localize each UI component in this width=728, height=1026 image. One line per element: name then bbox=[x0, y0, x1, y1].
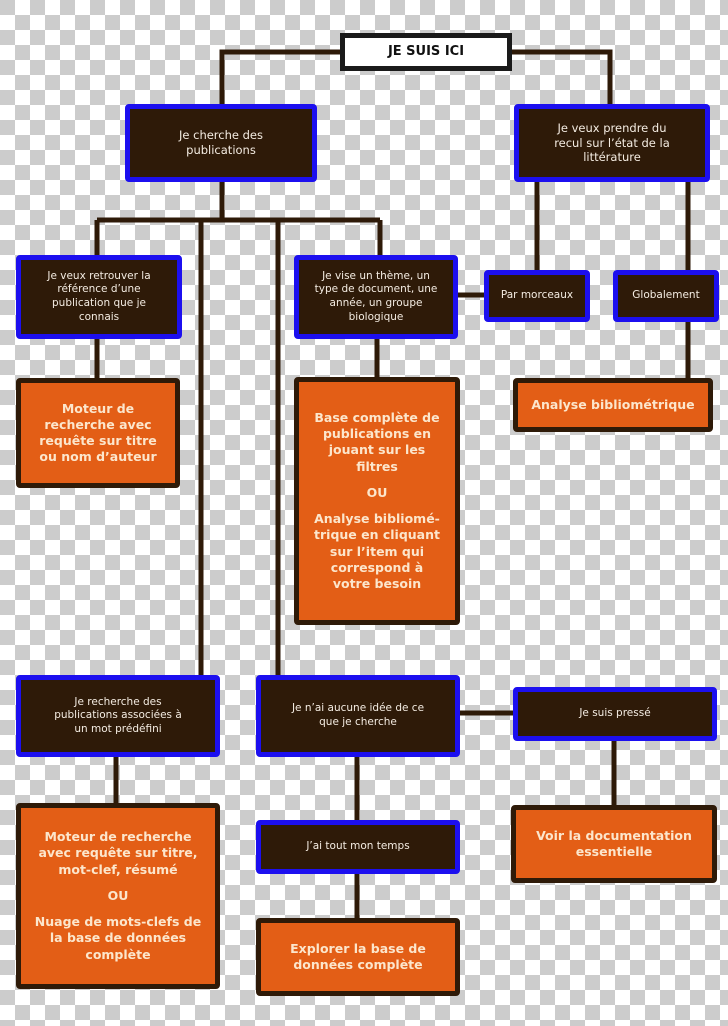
question-label: Je n’ai aucune idée de ce que je cherche bbox=[291, 702, 425, 728]
question-search-publications: Je cherche des publications bbox=[125, 104, 317, 182]
answer-label: Moteur de recherche avec requête sur tit… bbox=[39, 400, 157, 465]
answer-keyword-search: Moteur de recherche avec requête sur tit… bbox=[16, 803, 220, 989]
answer-title-author-search: Moteur de recherche avec requête sur tit… bbox=[16, 378, 180, 488]
answer-bibliometric: Analyse bibliométrique bbox=[513, 378, 713, 432]
question-globally: Globalement bbox=[613, 270, 719, 322]
question-have-time: J’ai tout mon temps bbox=[256, 820, 460, 874]
answer-part1: Base complète de publications en jouant … bbox=[314, 409, 440, 474]
question-theme-filter: Je vise un thème, un type de document, u… bbox=[294, 255, 458, 339]
answer-label: Explorer la base de données complète bbox=[290, 940, 426, 972]
answer-label: Voir la documentation essentielle bbox=[536, 827, 692, 859]
question-in-a-hurry: Je suis pressé bbox=[513, 687, 717, 741]
question-label: J’ai tout mon temps bbox=[306, 840, 410, 853]
question-label: Je cherche des publications bbox=[179, 128, 263, 157]
question-label: Je veux retrouver la référence d’une pub… bbox=[47, 269, 151, 323]
question-no-idea: Je n’ai aucune idée de ce que je cherche bbox=[256, 675, 460, 757]
question-step-back: Je veux prendre du recul sur l’état de l… bbox=[514, 104, 710, 182]
question-piecewise: Par morceaux bbox=[484, 270, 590, 322]
connector-start-left bbox=[219, 49, 340, 105]
answer-part2: Nuage de mots-clefs de la base de donnée… bbox=[34, 914, 202, 962]
start-label: JE SUIS ICI bbox=[387, 43, 465, 59]
question-label: Je vise un thème, un type de document, u… bbox=[314, 269, 438, 323]
answer-label: Analyse bibliométrique bbox=[531, 396, 695, 412]
question-label: Je recherche des publications associées … bbox=[54, 695, 182, 735]
question-label: Globalement bbox=[632, 289, 700, 302]
start-node: JE SUIS ICI bbox=[340, 33, 512, 71]
answer-part2: Analyse bibliomé-trique en cliquant sur … bbox=[314, 511, 440, 591]
question-keyword: Je recherche des publications associées … bbox=[16, 675, 220, 757]
question-label: Par morceaux bbox=[500, 289, 574, 302]
question-known-reference: Je veux retrouver la référence d’une pub… bbox=[16, 255, 182, 339]
question-label: Je suis pressé bbox=[579, 707, 651, 720]
answer-explore-base: Explorer la base de données complète bbox=[256, 918, 460, 996]
answer-full-base: Base complète de publications en jouant … bbox=[294, 377, 460, 625]
answer-part1: Moteur de recherche avec requête sur tit… bbox=[38, 829, 198, 877]
or-label: OU bbox=[107, 887, 129, 903]
answer-essential-docs: Voir la documentation essentielle bbox=[511, 805, 717, 883]
question-label: Je veux prendre du recul sur l’état de l… bbox=[554, 120, 670, 165]
or-label: OU bbox=[366, 484, 388, 500]
connector-start-right bbox=[512, 49, 613, 105]
